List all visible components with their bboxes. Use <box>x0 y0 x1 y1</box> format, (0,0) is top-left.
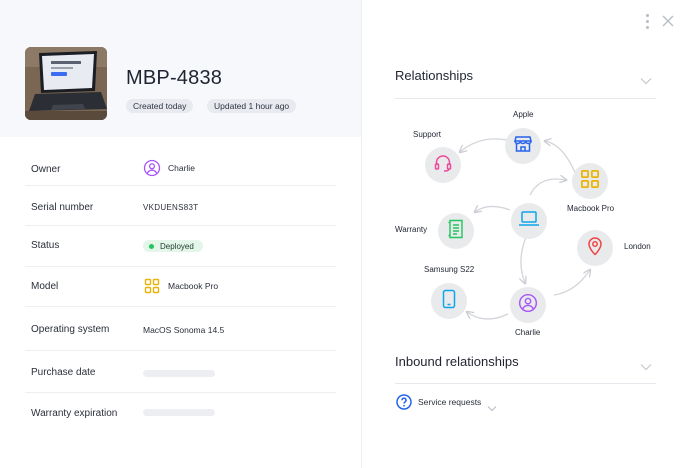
operating-system-value: MacOS Sonoma 14.5 <box>143 325 225 335</box>
field-label: Serial number <box>31 202 94 213</box>
close-icon[interactable] <box>661 15 675 29</box>
node-warranty[interactable] <box>438 213 474 249</box>
node-label: Macbook Pro <box>567 204 615 213</box>
field-label: Owner <box>31 164 61 175</box>
status-text: Deployed <box>160 241 194 251</box>
node-label: Samsung S22 <box>424 265 475 274</box>
laptop-icon <box>518 210 540 233</box>
field-model: Model Macbook Pro <box>25 267 336 307</box>
warranty-expiration-placeholder <box>143 409 215 416</box>
node-charlie[interactable] <box>510 287 546 323</box>
node-label: Support <box>413 130 442 139</box>
field-label: Operating system <box>31 324 110 335</box>
purchase-date-placeholder <box>143 370 215 377</box>
asset-header: MBP-4838 Created today Updated 1 hour ag… <box>0 0 361 137</box>
more-options-icon[interactable] <box>644 14 650 32</box>
question-circle-icon <box>396 394 412 410</box>
node-macbook-pro[interactable] <box>572 163 608 199</box>
node-london[interactable] <box>577 230 613 266</box>
chevron-down-icon[interactable] <box>640 72 652 85</box>
node-label: Warranty <box>395 225 428 234</box>
grid-icon <box>580 169 600 194</box>
status-value[interactable]: Deployed <box>143 240 203 252</box>
owner-value[interactable]: Charlie <box>143 159 195 177</box>
user-circle-icon <box>143 159 161 177</box>
serial-number-value: VKDUENS83T <box>143 203 199 212</box>
node-support[interactable] <box>425 147 461 183</box>
created-chip: Created today <box>126 99 194 113</box>
node-samsung-s22[interactable] <box>431 283 467 319</box>
status-dot <box>149 243 154 249</box>
node-label: London <box>624 242 651 251</box>
asset-details-panel: MBP-4838 Created today Updated 1 hour ag… <box>0 0 362 468</box>
field-operating-system: Operating system MacOS Sonoma 14.5 <box>25 307 336 351</box>
phone-icon <box>441 289 457 314</box>
field-owner: Owner Charlie <box>25 150 336 186</box>
asset-title: MBP-4838 <box>126 67 223 89</box>
asset-photo <box>25 47 107 120</box>
section-divider <box>395 98 656 99</box>
chevron-down-icon[interactable] <box>640 358 652 371</box>
owner-name: Charlie <box>168 163 195 173</box>
relationships-graph: Apple Support Macbook Pro Warranty Londo… <box>380 100 670 345</box>
updated-chip: Updated 1 hour ago <box>207 99 297 113</box>
status-badge: Deployed <box>143 240 203 252</box>
service-requests-item[interactable]: Service requests <box>396 394 497 411</box>
chevron-down-icon[interactable] <box>487 399 497 411</box>
relationships-title: Relationships <box>395 68 474 83</box>
store-icon <box>513 134 533 159</box>
field-label: Purchase date <box>31 367 96 378</box>
section-divider <box>395 383 656 384</box>
field-status: Status Deployed <box>25 226 336 267</box>
field-warranty-expiration: Warranty expiration <box>25 393 336 435</box>
headset-icon <box>433 153 453 178</box>
node-label: Charlie <box>515 328 541 337</box>
field-label: Model <box>31 281 59 292</box>
node-current-asset[interactable] <box>511 203 547 239</box>
node-label: Apple <box>513 110 534 119</box>
field-purchase-date: Purchase date <box>25 351 336 393</box>
user-circle-icon <box>518 293 538 318</box>
document-icon <box>447 219 465 244</box>
asset-detail-window: MBP-4838 Created today Updated 1 hour ag… <box>0 0 692 468</box>
inbound-relationships-title: Inbound relationships <box>395 354 519 369</box>
model-value[interactable]: Macbook Pro <box>143 277 218 295</box>
field-serial-number: Serial number VKDUENS83T <box>25 186 336 226</box>
service-requests-label: Service requests <box>418 397 482 407</box>
node-apple[interactable] <box>505 128 541 164</box>
location-pin-icon <box>586 236 604 261</box>
model-name: Macbook Pro <box>168 281 219 291</box>
field-label: Status <box>31 240 60 251</box>
field-label: Warranty expiration <box>31 408 118 419</box>
grid-icon <box>143 277 161 295</box>
